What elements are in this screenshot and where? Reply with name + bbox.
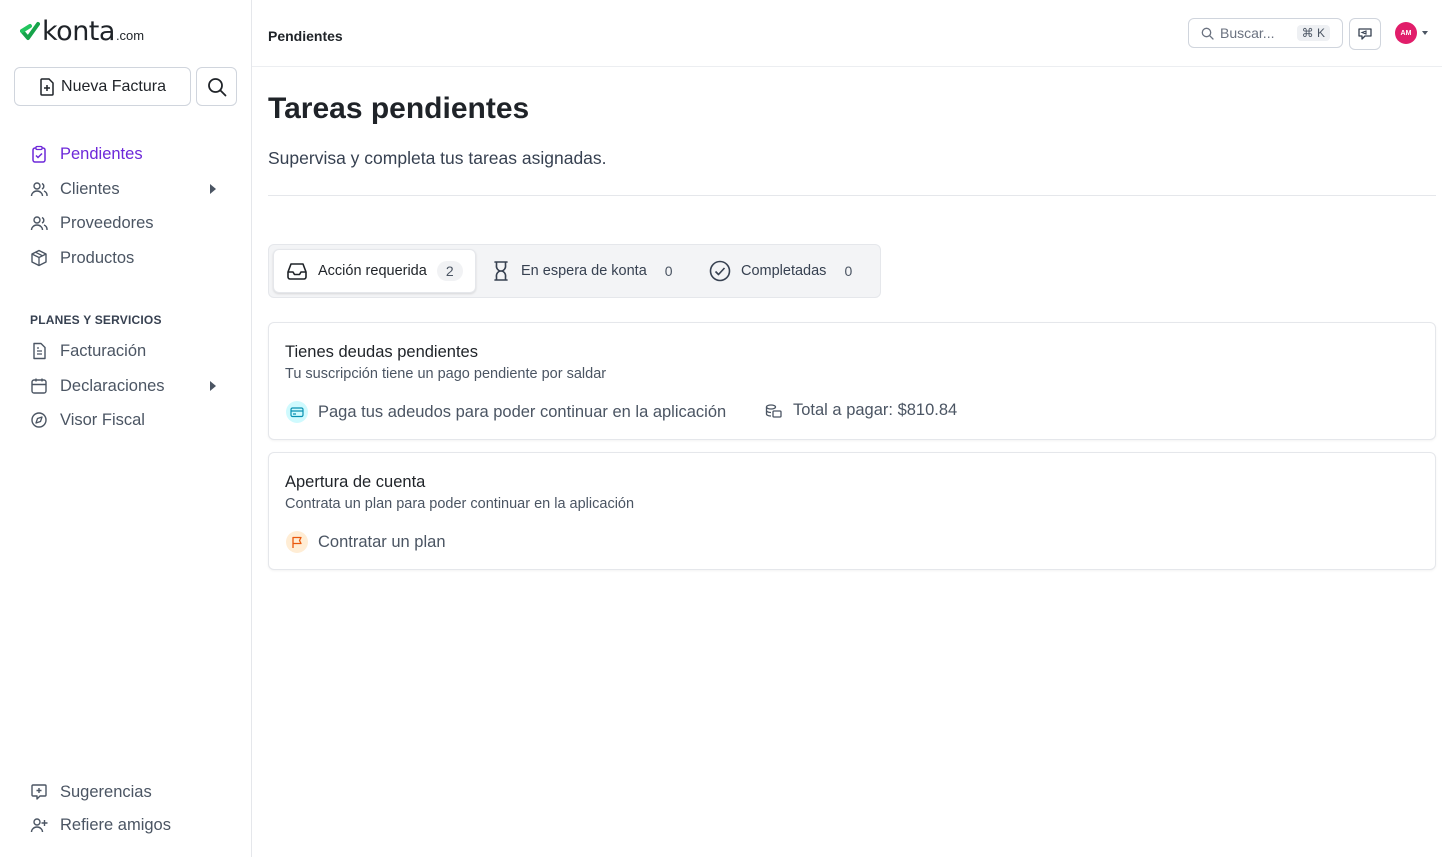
sidebar-item-label: Proveedores: [60, 213, 154, 232]
sidebar-search-button[interactable]: [196, 67, 237, 106]
announcements-button[interactable]: [1349, 18, 1381, 50]
caret-right-icon[interactable]: [210, 184, 216, 194]
tab-count-badge: 0: [664, 263, 673, 279]
tab-label: En espera de konta: [521, 263, 647, 279]
page-title: Tareas pendientes: [268, 92, 530, 125]
sidebar-item-clientes[interactable]: Clientes: [30, 177, 220, 201]
logo-suffix: .com: [115, 28, 145, 43]
document-icon: [33, 342, 46, 360]
megaphone-icon: [1358, 28, 1372, 40]
tab-en-espera[interactable]: En espera de konta 0: [491, 249, 673, 293]
task-card-deudas[interactable]: Tienes deudas pendientes Tu suscripción …: [268, 322, 1436, 440]
total-label: Total a pagar: $810.84: [793, 401, 958, 419]
search-icon: [1201, 27, 1214, 40]
tab-count-badge: 2: [436, 261, 463, 281]
card-description: Contrata un plan para poder continuar en…: [285, 496, 635, 512]
avatar[interactable]: AM: [1395, 22, 1417, 44]
user-plus-icon: [30, 818, 48, 833]
sidebar-item-proveedores[interactable]: Proveedores: [30, 211, 220, 235]
sidebar-item-label: Declaraciones: [60, 376, 165, 395]
konta-logo-icon: [20, 22, 40, 40]
total-amount: Total a pagar: $810.84: [765, 401, 957, 420]
check-circle-icon: [709, 260, 731, 282]
sidebar-item-label: Sugerencias: [60, 782, 152, 801]
logo-text: konta: [42, 16, 115, 47]
coins-icon: [765, 403, 782, 418]
tab-count-badge: 0: [844, 263, 853, 279]
new-invoice-button[interactable]: Nueva Factura: [14, 67, 191, 106]
clipboard-check-icon: [32, 145, 46, 163]
sidebar-item-label: Refiere amigos: [60, 815, 171, 834]
search-placeholder: Buscar...: [1220, 25, 1275, 41]
tab-label: Acción requerida: [318, 263, 427, 279]
file-plus-icon: [40, 77, 54, 96]
search-shortcut-badge: ⌘ K: [1296, 25, 1330, 41]
sidebar-item-pendientes[interactable]: Pendientes: [30, 142, 220, 166]
card-description: Tu suscripción tiene un pago pendiente p…: [285, 366, 607, 382]
credit-card-icon: [286, 401, 308, 423]
search-icon: [207, 77, 226, 96]
sidebar-item-productos[interactable]: Productos: [30, 246, 220, 270]
chevron-down-icon[interactable]: [1422, 31, 1428, 35]
users-icon: [30, 216, 48, 231]
sidebar-item-declaraciones[interactable]: Declaraciones: [30, 374, 220, 398]
tab-completadas[interactable]: Completadas 0: [709, 249, 852, 293]
divider: [268, 195, 1436, 196]
sidebar-item-label: Productos: [60, 248, 135, 267]
compass-icon: [31, 412, 47, 428]
inbox-icon: [287, 263, 307, 280]
calendar-icon: [31, 378, 47, 394]
card-title: Apertura de cuenta: [285, 473, 426, 491]
sidebar-item-label: Facturación: [60, 341, 147, 360]
task-tabs: Acción requerida 2 En espera de konta 0 …: [268, 244, 881, 298]
users-icon: [30, 182, 48, 197]
action-label: Paga tus adeudos para poder continuar en…: [318, 402, 727, 421]
page-subtitle: Supervisa y completa tus tareas asignada…: [268, 148, 607, 168]
box-icon: [31, 249, 47, 267]
sidebar-item-visor-fiscal[interactable]: Visor Fiscal: [30, 408, 220, 432]
pay-debts-action[interactable]: Paga tus adeudos para poder continuar en…: [286, 401, 726, 423]
flag-icon: [286, 531, 308, 553]
konta-logo[interactable]: konta .com: [20, 16, 144, 47]
task-card-apertura[interactable]: Apertura de cuenta Contrata un plan para…: [268, 452, 1436, 570]
sidebar: konta .com Nueva Factura Pendientes Clie…: [0, 0, 252, 857]
hourglass-icon: [494, 261, 508, 281]
tab-accion-requerida[interactable]: Acción requerida 2: [273, 249, 476, 293]
sidebar-item-label: Pendientes: [60, 144, 143, 163]
new-invoice-label: Nueva Factura: [61, 77, 166, 95]
breadcrumb: Pendientes: [268, 28, 343, 44]
sidebar-item-label: Visor Fiscal: [60, 410, 145, 429]
action-label: Contratar un plan: [318, 532, 446, 551]
feedback-icon: [31, 784, 47, 800]
top-bar: Pendientes Buscar... ⌘ K AM: [252, 0, 1442, 67]
caret-right-icon[interactable]: [210, 381, 216, 391]
section-title-planes: PLANES Y SERVICIOS: [30, 313, 162, 327]
tab-label: Completadas: [741, 263, 827, 279]
global-search-input[interactable]: Buscar... ⌘ K: [1188, 18, 1343, 48]
sidebar-item-refiere-amigos[interactable]: Refiere amigos: [30, 813, 220, 837]
card-title: Tienes deudas pendientes: [285, 343, 478, 361]
contract-plan-action[interactable]: Contratar un plan: [286, 531, 446, 553]
sidebar-item-facturacion[interactable]: Facturación: [30, 339, 220, 363]
sidebar-item-sugerencias[interactable]: Sugerencias: [30, 780, 220, 804]
sidebar-item-label: Clientes: [60, 179, 120, 198]
